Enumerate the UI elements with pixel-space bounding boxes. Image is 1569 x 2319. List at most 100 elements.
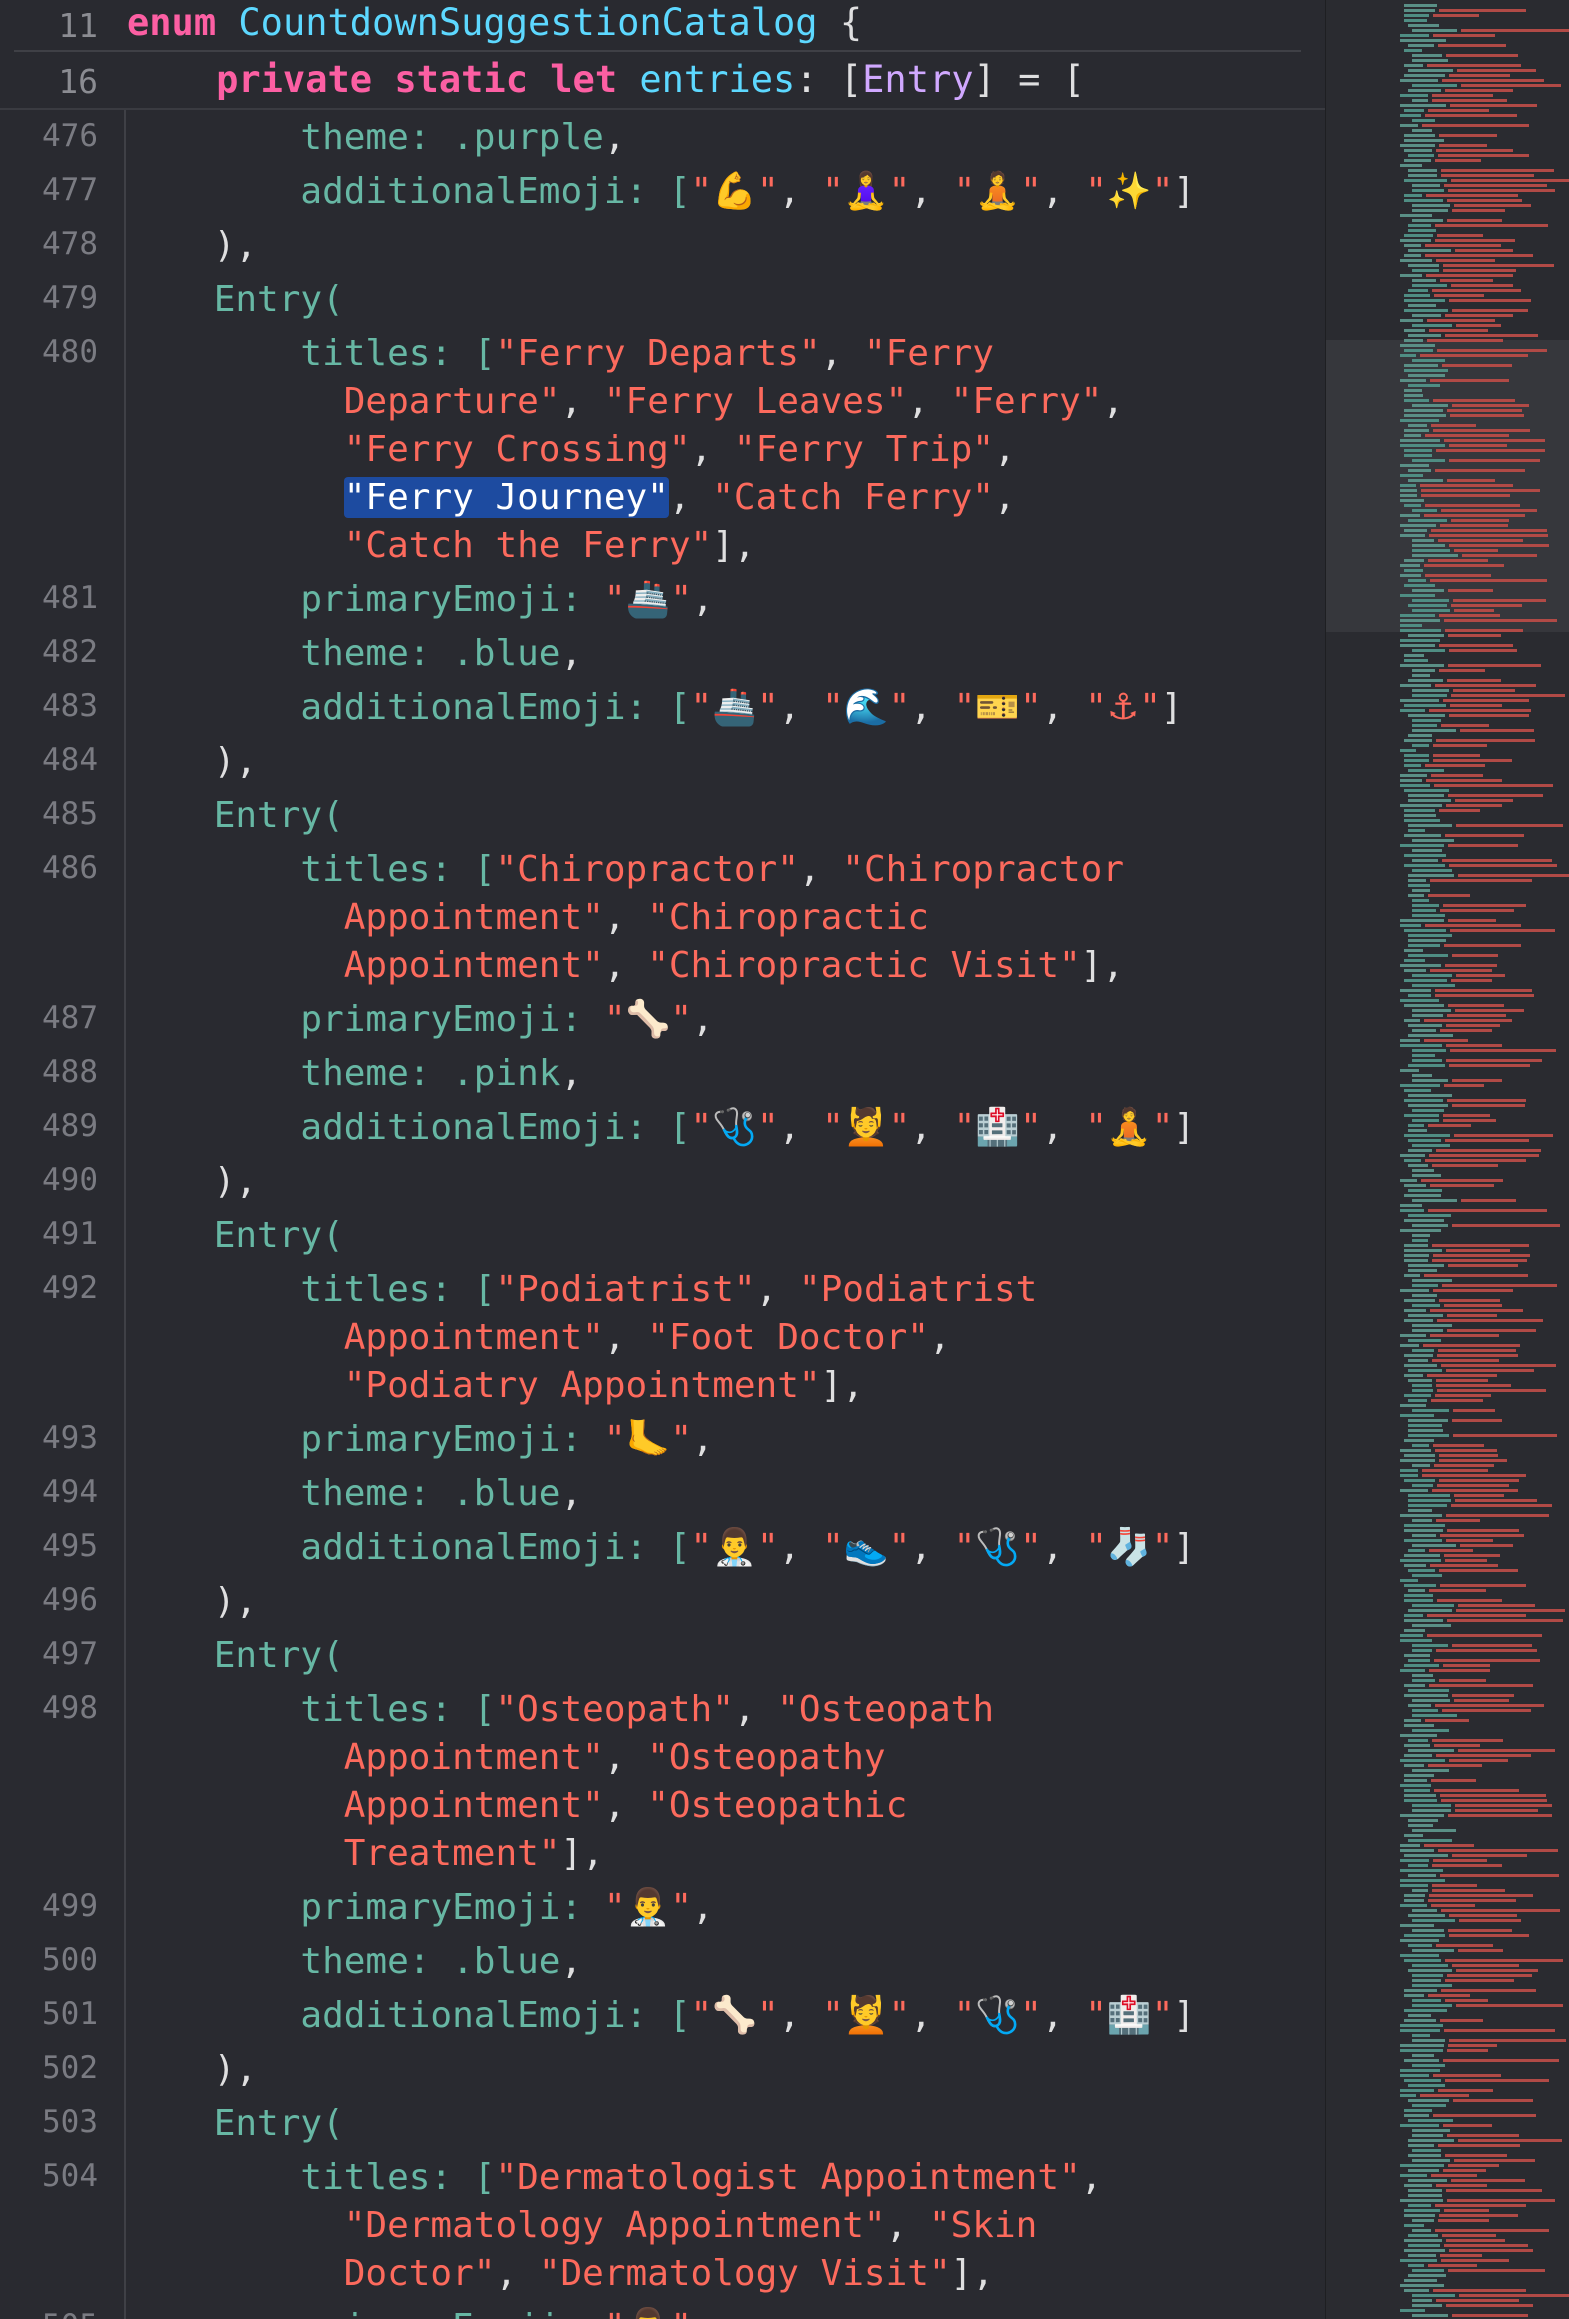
code-token: let xyxy=(550,58,618,101)
code-line[interactable]: "Ferry Journey", "Catch Ferry", xyxy=(127,474,1016,522)
code-line[interactable]: Entry( xyxy=(127,792,344,840)
minimap-line xyxy=(1448,794,1543,797)
minimap-line xyxy=(1447,1619,1563,1622)
minimap-line xyxy=(1404,134,1435,137)
code-line[interactable]: ), xyxy=(127,222,257,270)
code-line[interactable]: Appointment", "Osteopathy xyxy=(127,1734,886,1782)
minimap-line xyxy=(1404,1989,1438,1992)
code-line[interactable]: Entry( xyxy=(127,276,344,324)
code-line[interactable]: theme: .blue, xyxy=(127,630,582,678)
line-number: 494 xyxy=(42,1474,98,1510)
code-token: , xyxy=(798,849,843,890)
minimap-line xyxy=(1412,1729,1450,1732)
minimap-line xyxy=(1408,1749,1454,1752)
code-token: , xyxy=(1041,1527,1086,1568)
minimap-line xyxy=(1412,509,1438,512)
minimap-line xyxy=(1452,1419,1502,1422)
minimap-line xyxy=(1408,1499,1452,1502)
code-line[interactable]: titles: ["Chiropractor", "Chiropractor xyxy=(127,846,1124,894)
code-line[interactable]: Entry( xyxy=(127,1632,344,1680)
code-token: "👟" xyxy=(822,1527,911,1568)
code-line[interactable]: ), xyxy=(127,2046,257,2094)
minimap-line xyxy=(1431,1739,1503,1742)
minimap-line xyxy=(1421,1179,1503,1182)
code-token: "🦴" xyxy=(690,1995,779,2036)
code-line[interactable]: titles: ["Osteopath", "Osteopath xyxy=(127,1686,994,1734)
code-line[interactable]: Entry( xyxy=(127,2100,344,2148)
minimap-line xyxy=(1400,594,1436,597)
selected-text[interactable]: "Ferry Journey" xyxy=(343,477,669,518)
minimap[interactable] xyxy=(1325,0,1569,2319)
sticky-header-enum[interactable]: 11 enum CountdownSuggestionCatalog { xyxy=(0,0,1325,52)
minimap-line xyxy=(1412,1809,1451,1812)
code-line[interactable]: ), xyxy=(127,1158,257,1206)
code-line[interactable]: "Catch the Ferry"], xyxy=(127,522,756,570)
code-line[interactable]: titles: ["Dermatologist Appointment", xyxy=(127,2154,1102,2202)
code-line[interactable]: primaryEmoji: "🦶", xyxy=(127,1416,713,1464)
minimap-line xyxy=(1400,114,1421,117)
minimap-line xyxy=(1400,629,1442,632)
code-line[interactable]: Appointment", "Chiropractic Visit"], xyxy=(127,942,1124,990)
minimap-line xyxy=(1448,299,1531,302)
code-line[interactable]: theme: .pink, xyxy=(127,1050,582,1098)
code-line[interactable]: "Podiatry Appointment"], xyxy=(127,1362,864,1410)
code-line[interactable]: theme: .purple, xyxy=(127,114,625,162)
minimap-line xyxy=(1412,1964,1448,1967)
minimap-line xyxy=(1433,2074,1501,2077)
code-line[interactable]: theme: .blue, xyxy=(127,1938,582,1986)
minimap-line xyxy=(1404,1779,1427,1782)
minimap-line xyxy=(1424,244,1502,247)
code-line[interactable]: additionalEmoji: ["👨‍⚕️", "👟", "🩺", "🧦"] xyxy=(127,1524,1195,1572)
minimap-line xyxy=(1400,1879,1445,1882)
code-line[interactable]: primaryEmoji: "🚢", xyxy=(127,576,713,624)
code-token: "Ferry" xyxy=(950,381,1103,422)
minimap-line xyxy=(1435,994,1534,997)
minimap-line xyxy=(1412,909,1436,912)
minimap-line xyxy=(1404,1299,1436,1302)
minimap-line xyxy=(1412,2229,1431,2232)
minimap-line xyxy=(1420,354,1528,357)
code-editor[interactable]: 11 enum CountdownSuggestionCatalog { 16 … xyxy=(0,0,1325,2319)
code-token: { xyxy=(817,1,863,44)
code-line[interactable]: ), xyxy=(127,1578,257,1626)
code-line[interactable]: Appointment", "Chiropractic xyxy=(127,894,929,942)
code-line[interactable]: additionalEmoji: ["🚢", "🌊", "🎫", "⚓"] xyxy=(127,684,1182,732)
minimap-line xyxy=(1408,334,1442,337)
code-line[interactable]: primaryEmoji: "👨‍⚕️", xyxy=(127,2304,713,2319)
sticky-header-entries[interactable]: 16 private static let entries: [Entry] =… xyxy=(0,52,1325,110)
code-line[interactable]: Appointment", "Osteopathic xyxy=(127,1782,908,1830)
minimap-line xyxy=(1412,669,1435,672)
minimap-line xyxy=(1435,469,1525,472)
code-line[interactable]: additionalEmoji: ["🦴", "💆", "🩺", "🏥"] xyxy=(127,1992,1195,2040)
code-line[interactable]: additionalEmoji: ["💪", "🧘‍♀️", "🧘", "✨"] xyxy=(127,168,1195,216)
minimap-line xyxy=(1455,249,1513,252)
code-line[interactable]: ), xyxy=(127,738,257,786)
code-line[interactable]: titles: ["Ferry Departs", "Ferry xyxy=(127,330,994,378)
code-line[interactable]: "Ferry Crossing", "Ferry Trip", xyxy=(127,426,1016,474)
code-line[interactable]: Departure", "Ferry Leaves", "Ferry", xyxy=(127,378,1124,426)
minimap-line xyxy=(1446,1329,1536,1332)
minimap-line xyxy=(1412,904,1440,907)
code-line[interactable]: primaryEmoji: "👨‍⚕️", xyxy=(127,1884,713,1932)
code-line[interactable]: Appointment", "Foot Doctor", xyxy=(127,1314,951,1362)
code-line[interactable]: theme: .blue, xyxy=(127,1470,582,1518)
code-line[interactable]: titles: ["Podiatrist", "Podiatrist xyxy=(127,1266,1037,1314)
minimap-line xyxy=(1404,1364,1438,1367)
line-number: 502 xyxy=(42,2050,98,2086)
code-line[interactable]: Entry( xyxy=(127,1212,344,1260)
code-line[interactable]: Treatment"], xyxy=(127,1830,604,1878)
line-number: 500 xyxy=(42,1942,98,1978)
code-line[interactable]: Doctor", "Dermatology Visit"], xyxy=(127,2250,994,2298)
code-line[interactable]: "Dermatology Appointment", "Skin xyxy=(127,2202,1038,2250)
minimap-line xyxy=(1439,1534,1525,1537)
code-token: , xyxy=(910,171,954,212)
code-token: "Dermatology Visit" xyxy=(538,2253,951,2294)
code-line[interactable]: primaryEmoji: "🦴", xyxy=(127,996,713,1044)
minimap-line xyxy=(1434,159,1482,162)
minimap-line xyxy=(1400,464,1430,467)
minimap-line xyxy=(1438,1349,1516,1352)
code-line[interactable]: additionalEmoji: ["🩺", "💆", "🏥", "🧘"] xyxy=(127,1104,1195,1152)
code-token: "💪" xyxy=(690,171,779,212)
minimap-line xyxy=(1431,424,1477,427)
minimap-line xyxy=(1412,1174,1441,1177)
